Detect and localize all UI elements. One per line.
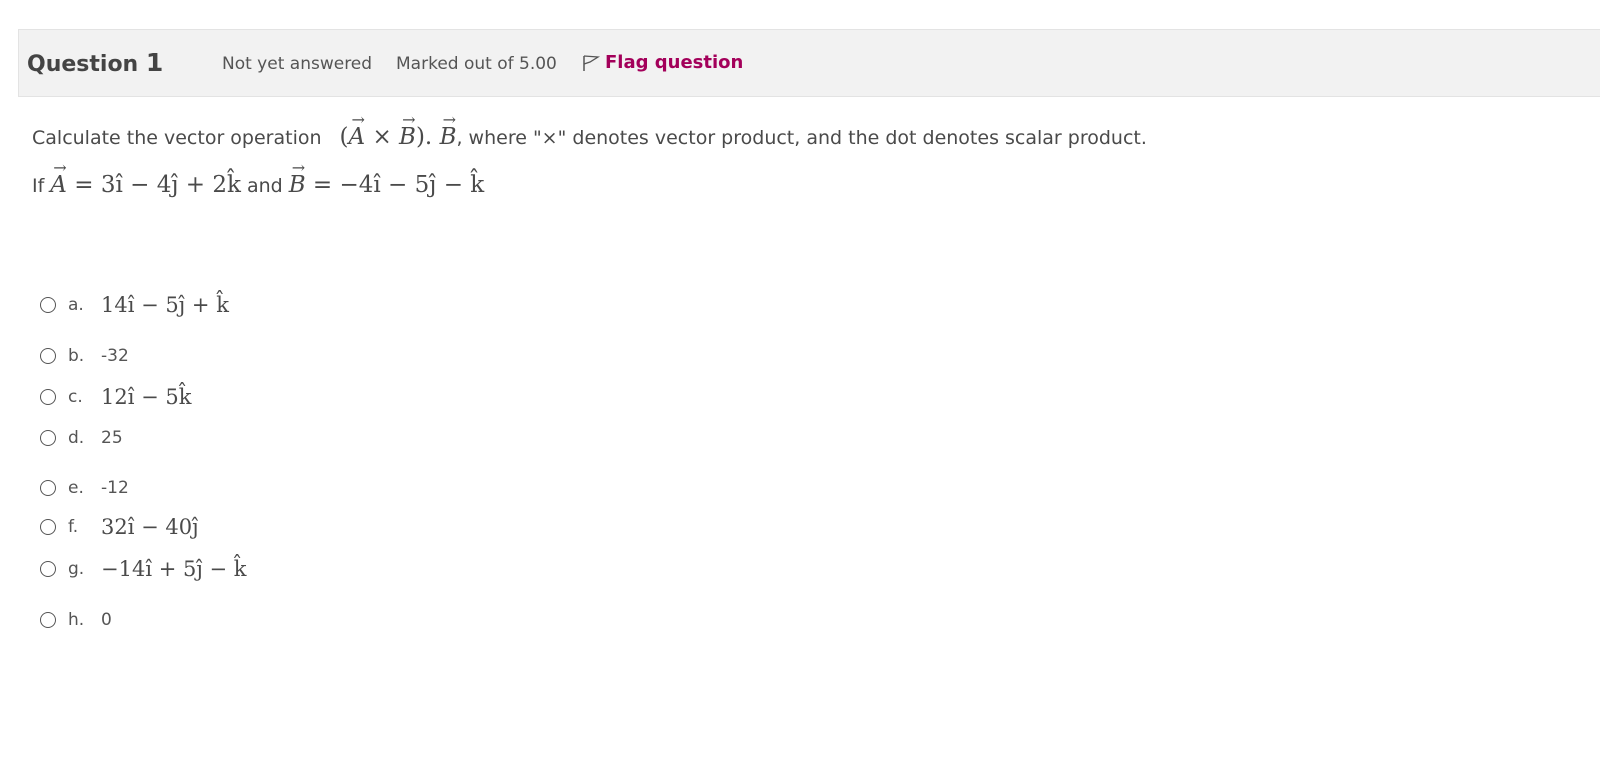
answer-option-c[interactable]: c. 12î − 5k̂	[40, 377, 191, 417]
option-letter: b.	[68, 346, 85, 366]
question-number: 1	[145, 48, 164, 77]
radio-unchecked-icon[interactable]	[40, 297, 56, 313]
vector-b-name: B	[289, 172, 306, 198]
option-value: 32î − 40ĵ	[101, 515, 199, 539]
question-info-bar: Question 1 Not yet answered Marked out o…	[18, 29, 1600, 97]
option-letter: g.	[68, 559, 85, 579]
vector-expression: (A × B). B	[340, 124, 457, 150]
vector-a-name: A	[50, 172, 67, 198]
answer-option-a[interactable]: a. 14î − 5ĵ + k̂	[40, 285, 229, 325]
option-letter: h.	[68, 610, 85, 630]
vector-b-definition: B = −4î − 5ĵ − k̂	[289, 172, 485, 198]
radio-unchecked-icon[interactable]	[40, 561, 56, 577]
answer-option-b[interactable]: b. -32	[40, 336, 129, 376]
quiz-page: Question 1 Not yet answered Marked out o…	[0, 0, 1600, 760]
question-state: Not yet answered	[222, 54, 373, 74]
option-value: −14î + 5ĵ − k̂	[101, 557, 247, 581]
question-suffix: , where "×" denotes vector product, and …	[456, 127, 1147, 149]
option-letter: d.	[68, 428, 85, 448]
radio-unchecked-icon[interactable]	[40, 480, 56, 496]
vector-a-value: = 3î − 4ĵ + 2k̂	[74, 172, 241, 198]
answer-option-g[interactable]: g. −14î + 5ĵ − k̂	[40, 549, 247, 589]
answer-option-f[interactable]: f. 32î − 40ĵ	[40, 507, 199, 547]
radio-unchecked-icon[interactable]	[40, 612, 56, 628]
question-title: Question 1	[27, 48, 163, 77]
radio-unchecked-icon[interactable]	[40, 430, 56, 446]
option-value: 0	[101, 610, 112, 630]
flag-icon	[581, 53, 601, 73]
option-letter: f.	[68, 517, 79, 537]
radio-unchecked-icon[interactable]	[40, 389, 56, 405]
option-letter: a.	[68, 295, 84, 315]
if-word: If	[32, 175, 45, 197]
question-text-line-2: If A = 3î − 4ĵ + 2k̂ and B = −4î − 5ĵ − …	[32, 172, 484, 198]
option-letter: c.	[68, 387, 83, 407]
answer-option-e[interactable]: e. -12	[40, 468, 129, 508]
option-value: -12	[101, 478, 129, 498]
question-text-line-1: Calculate the vector operation (A × B). …	[32, 124, 1147, 150]
option-value: 12î − 5k̂	[101, 385, 192, 409]
answer-option-d[interactable]: d. 25	[40, 418, 123, 458]
option-letter: e.	[68, 478, 84, 498]
and-word: and	[246, 175, 283, 197]
question-intro: Calculate the vector operation	[32, 127, 322, 149]
answer-option-h[interactable]: h. 0	[40, 600, 112, 640]
question-grade: Marked out of 5.00	[396, 54, 557, 74]
question-word: Question	[27, 52, 139, 77]
option-value: -32	[101, 346, 129, 366]
vector-b-value: = −4î − 5ĵ − k̂	[312, 172, 485, 198]
flag-question-button[interactable]: Flag question	[581, 52, 743, 73]
vector-a-definition: A = 3î − 4ĵ + 2k̂	[50, 172, 241, 198]
option-value: 14î − 5ĵ + k̂	[101, 293, 229, 317]
radio-unchecked-icon[interactable]	[40, 348, 56, 364]
radio-unchecked-icon[interactable]	[40, 519, 56, 535]
option-value: 25	[101, 428, 123, 448]
flag-question-label: Flag question	[605, 52, 744, 73]
